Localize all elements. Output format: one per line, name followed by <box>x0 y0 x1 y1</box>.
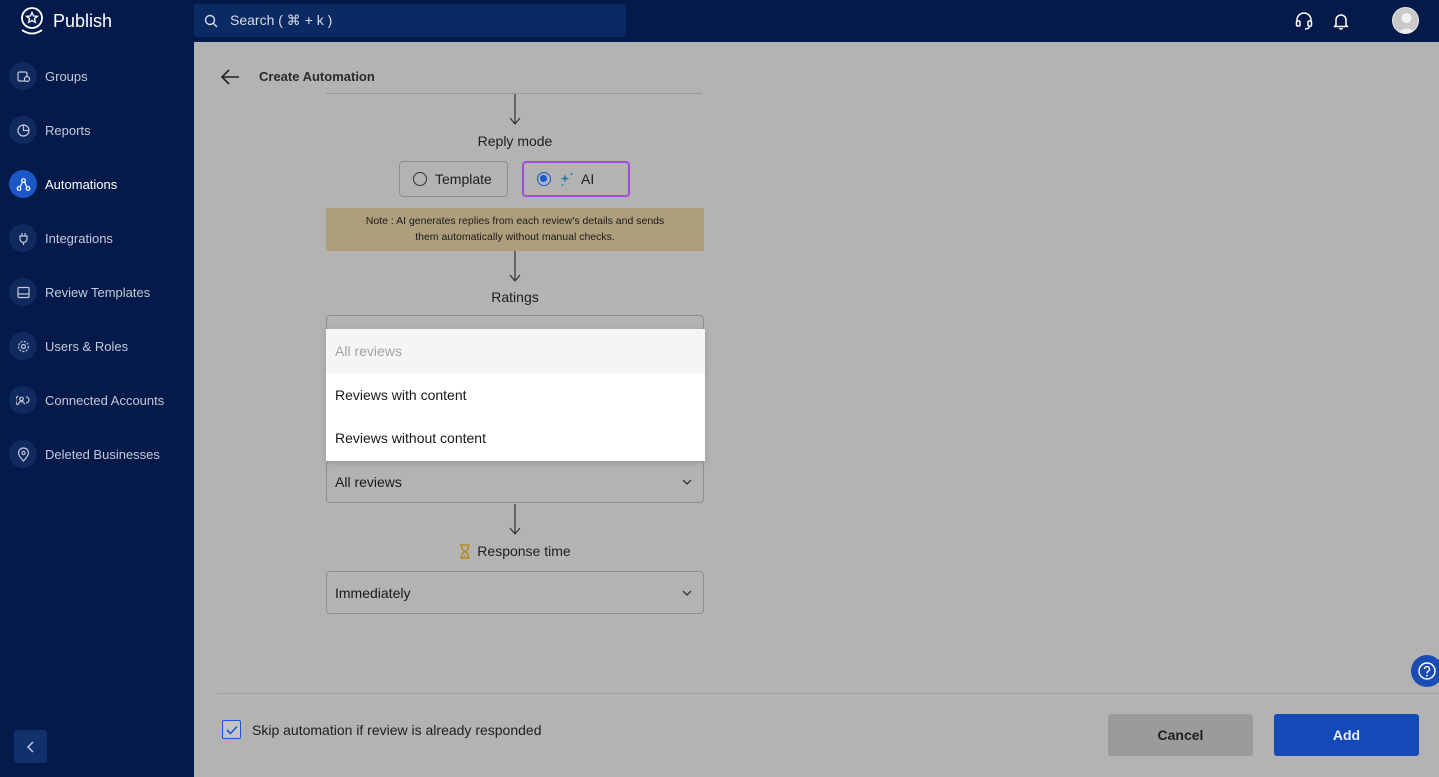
bell-icon[interactable] <box>1331 11 1351 31</box>
automation-icon <box>9 170 37 198</box>
footer-divider <box>217 693 1439 694</box>
plug-icon <box>9 224 37 252</box>
groups-icon <box>9 62 37 90</box>
connected-accounts-icon <box>9 386 37 414</box>
location-pin-icon <box>9 440 37 468</box>
sidebar-item-label: Users & Roles <box>45 338 129 354</box>
reply-mode-ai-option[interactable]: AI <box>522 161 630 197</box>
option-label: All reviews <box>335 343 402 359</box>
cancel-button[interactable]: Cancel <box>1108 714 1253 756</box>
sidebar-item-label: Automations <box>45 176 118 192</box>
sidebar-item-connected-accounts[interactable]: Connected Accounts <box>0 380 194 420</box>
sidebar-item-automations[interactable]: Automations <box>0 164 194 204</box>
gear-icon <box>9 332 37 360</box>
ratings-label: Ratings <box>491 289 539 305</box>
sidebar-item-review-templates[interactable]: Review Templates <box>0 272 194 312</box>
sidebar-item-label: Connected Accounts <box>45 392 165 408</box>
response-time-label: Response time <box>477 543 571 559</box>
search-icon <box>204 14 218 27</box>
chevron-down-icon <box>682 479 692 485</box>
hourglass-icon <box>460 543 471 559</box>
publish-logo-icon <box>21 7 43 35</box>
sidebar-item-label: Reports <box>45 122 91 138</box>
flow-arrow-icon <box>509 94 521 125</box>
sidebar-item-label: Integrations <box>45 230 113 246</box>
chevron-down-icon <box>682 590 692 596</box>
dropdown-option-reviews-with-content[interactable]: Reviews with content <box>326 373 705 417</box>
sidebar-collapse-button[interactable] <box>14 730 47 763</box>
ai-note-text: Note : AI generates replies from each re… <box>365 215 665 243</box>
flow-arrow-icon <box>509 504 521 535</box>
flow-arrow-icon <box>509 251 521 282</box>
response-time-label-row: Response time <box>326 543 704 559</box>
review-filter-dropdown: All reviews Reviews with content Reviews… <box>326 329 705 461</box>
sidebar-item-label: Deleted Businesses <box>45 446 160 462</box>
sidebar-item-label: Groups <box>45 68 88 84</box>
sidebar: Groups Reports Automations Integrations … <box>0 42 194 777</box>
option-label: Reviews without content <box>335 430 486 446</box>
skip-automation-label: Skip automation if review is already res… <box>252 722 542 738</box>
pie-chart-icon <box>9 116 37 144</box>
response-time-select[interactable]: Immediately <box>326 571 704 614</box>
headset-icon[interactable] <box>1294 11 1314 31</box>
avatar[interactable] <box>1392 7 1419 34</box>
template-option-label: Template <box>435 171 492 187</box>
ai-option-label: AI <box>581 171 595 187</box>
brand[interactable]: Publish <box>19 6 112 36</box>
ai-note: Note : AI generates replies from each re… <box>326 208 704 251</box>
top-bar: Publish Search ( ⌘ + k ) <box>0 0 1439 42</box>
skip-automation-checkbox[interactable] <box>222 720 241 739</box>
search-bar[interactable]: Search ( ⌘ + k ) <box>194 4 626 37</box>
ai-sparkle-icon <box>560 173 573 186</box>
checkmark-icon <box>225 725 238 735</box>
sidebar-item-groups[interactable]: Groups <box>0 56 194 96</box>
review-filter-value: All reviews <box>335 473 402 490</box>
chevron-left-icon <box>26 740 34 753</box>
page-title: Create Automation <box>259 69 375 84</box>
dropdown-option-reviews-without-content[interactable]: Reviews without content <box>326 416 705 460</box>
radio-unchecked[interactable] <box>413 172 427 186</box>
sidebar-item-deleted-businesses[interactable]: Deleted Businesses <box>0 434 194 474</box>
question-circle-icon <box>1418 662 1436 680</box>
back-arrow-icon[interactable] <box>220 68 240 86</box>
response-time-value: Immediately <box>335 584 411 601</box>
search-placeholder: Search ( ⌘ + k ) <box>230 12 333 28</box>
review-filter-select[interactable]: All reviews <box>326 460 704 503</box>
template-icon <box>9 278 37 306</box>
app-name: Publish <box>53 10 113 31</box>
dropdown-option-all-reviews[interactable]: All reviews <box>326 329 705 373</box>
radio-checked[interactable] <box>537 172 551 186</box>
sidebar-item-integrations[interactable]: Integrations <box>0 218 194 258</box>
add-button[interactable]: Add <box>1274 714 1419 756</box>
help-button[interactable] <box>1411 655 1439 687</box>
sidebar-item-users-roles[interactable]: Users & Roles <box>0 326 194 366</box>
reply-mode-label: Reply mode <box>477 133 553 149</box>
sidebar-item-reports[interactable]: Reports <box>0 110 194 150</box>
option-label: Reviews with content <box>335 387 467 403</box>
reply-mode-template-option[interactable]: Template <box>399 161 508 197</box>
sidebar-item-label: Review Templates <box>45 284 151 300</box>
